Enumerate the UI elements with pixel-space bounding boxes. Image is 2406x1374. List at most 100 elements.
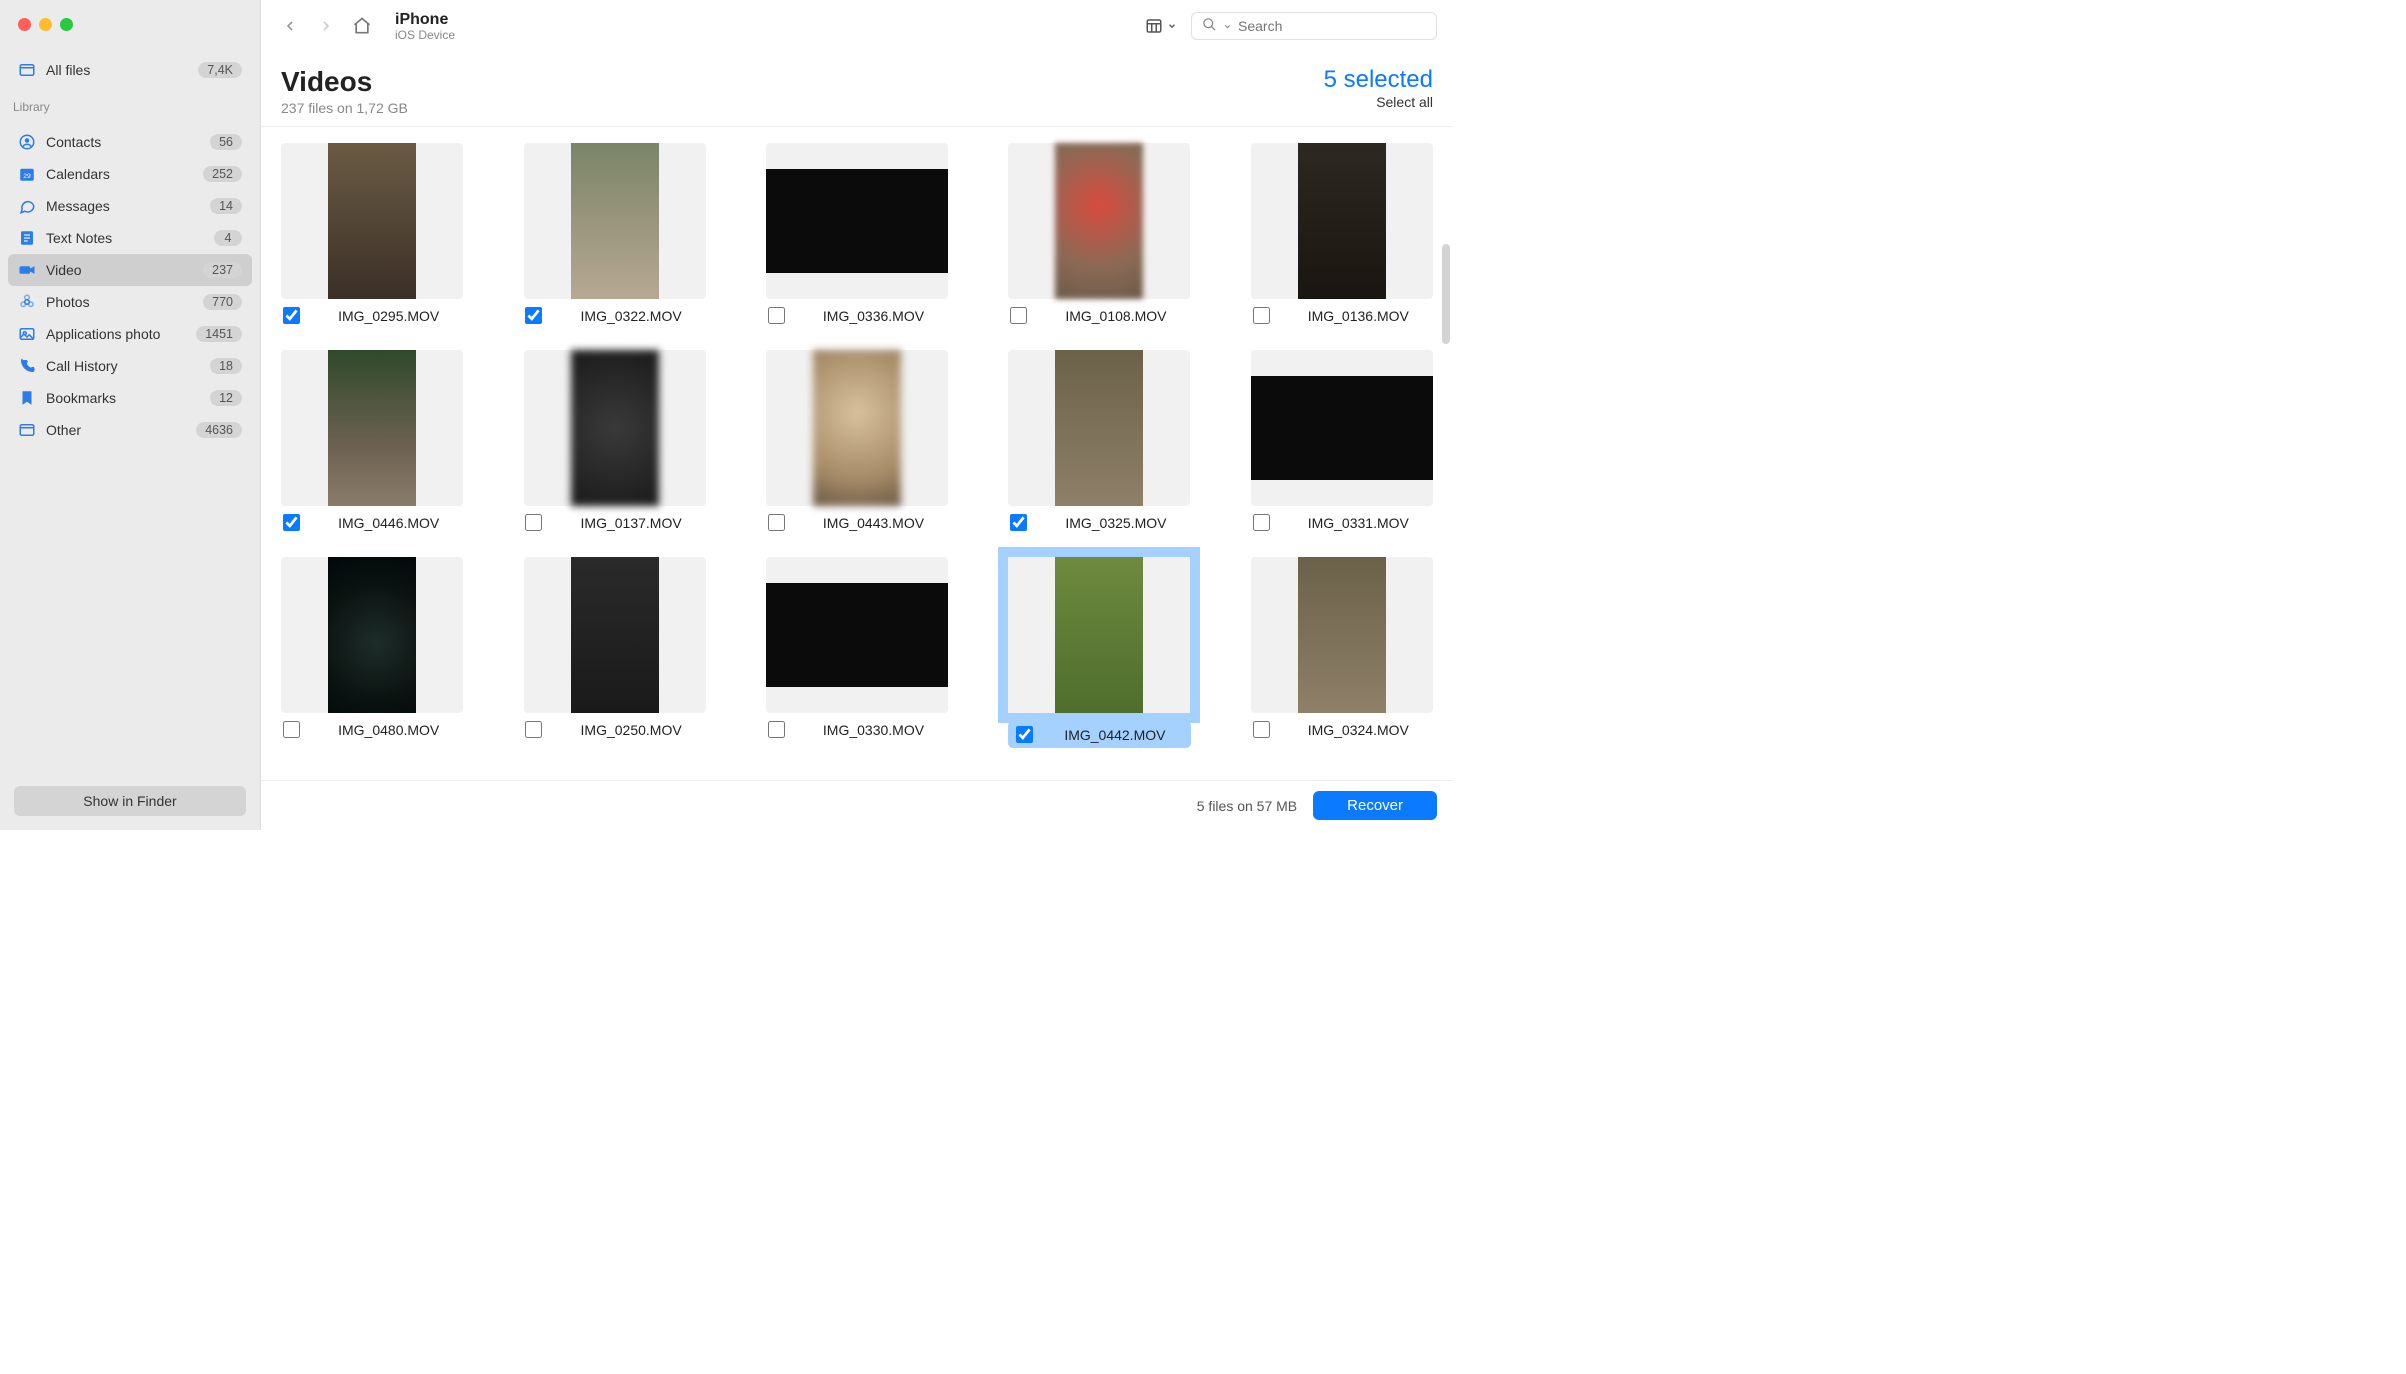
video-thumbnail-wrap[interactable] [1008, 557, 1190, 713]
video-checkbox[interactable] [525, 514, 542, 531]
sidebar-item-bookmarks[interactable]: Bookmarks 12 [8, 382, 252, 414]
video-checkbox[interactable] [1010, 307, 1027, 324]
video-thumbnail [328, 143, 416, 299]
video-thumbnail-wrap[interactable] [766, 557, 948, 713]
video-thumbnail [1251, 376, 1433, 480]
video-filename: IMG_0324.MOV [1284, 722, 1433, 738]
video-item[interactable]: IMG_0324.MOV [1251, 557, 1433, 748]
video-thumbnail-wrap[interactable] [766, 143, 948, 299]
sidebar-item-messages[interactable]: Messages14 [8, 190, 252, 222]
video-item[interactable]: IMG_0325.MOV [1008, 350, 1190, 531]
sidebar-item-call-history[interactable]: Call History18 [8, 350, 252, 382]
video-checkbox[interactable] [768, 721, 785, 738]
video-checkbox[interactable] [283, 514, 300, 531]
video-checkbox[interactable] [525, 307, 542, 324]
video-thumbnail [1298, 143, 1386, 299]
close-window-button[interactable] [18, 18, 31, 31]
video-item[interactable]: IMG_0137.MOV [523, 350, 705, 531]
sidebar-item-contacts[interactable]: Contacts56 [8, 126, 252, 158]
main: iPhone iOS Device Videos 237 files on 1,… [261, 0, 1453, 830]
video-thumbnail-wrap[interactable] [766, 350, 948, 506]
chevron-down-icon [1167, 21, 1177, 31]
show-in-finder-button[interactable]: Show in Finder [14, 786, 246, 816]
select-all-link[interactable]: Select all [1324, 94, 1433, 110]
video-thumbnail-wrap[interactable] [1251, 557, 1433, 713]
video-checkbox[interactable] [1253, 307, 1270, 324]
sidebar-item-all-files[interactable]: All files 7,4K [8, 54, 252, 86]
video-checkbox[interactable] [1253, 721, 1270, 738]
video-item[interactable]: IMG_0331.MOV [1251, 350, 1433, 531]
scrollbar-thumb[interactable] [1442, 244, 1450, 344]
sidebar-item-applications-photo[interactable]: Applications photo1451 [8, 318, 252, 350]
page-title: Videos [281, 66, 408, 98]
sidebar-item-badge: 4636 [196, 422, 242, 438]
sidebar-item-label: Text Notes [46, 230, 204, 246]
video-item[interactable]: IMG_0250.MOV [523, 557, 705, 748]
home-button[interactable] [349, 13, 375, 39]
video-item[interactable]: IMG_0442.MOV [1008, 557, 1190, 748]
video-item[interactable]: IMG_0108.MOV [1008, 143, 1190, 324]
video-meta: IMG_0330.MOV [766, 721, 948, 738]
video-filename: IMG_0443.MOV [799, 515, 948, 531]
video-item[interactable]: IMG_0330.MOV [766, 557, 948, 748]
sidebar-item-badge: 12 [210, 390, 242, 406]
video-checkbox[interactable] [768, 514, 785, 531]
video-checkbox[interactable] [525, 721, 542, 738]
other-icon [18, 421, 36, 439]
minimize-window-button[interactable] [39, 18, 52, 31]
video-item[interactable]: IMG_0336.MOV [766, 143, 948, 324]
video-thumbnail-wrap[interactable] [281, 557, 463, 713]
video-thumbnail-wrap[interactable] [1008, 350, 1190, 506]
video-checkbox[interactable] [1016, 726, 1033, 743]
sidebar-item-photos[interactable]: Photos770 [8, 286, 252, 318]
sidebar-item-badge: 770 [203, 294, 242, 310]
search-box[interactable] [1191, 12, 1437, 40]
window-controls [0, 0, 260, 46]
sidebar-item-badge: 237 [203, 262, 242, 278]
video-thumbnail-wrap[interactable] [281, 350, 463, 506]
video-item[interactable]: IMG_0480.MOV [281, 557, 463, 748]
video-filename: IMG_0446.MOV [314, 515, 463, 531]
maximize-window-button[interactable] [60, 18, 73, 31]
bookmarks-icon [18, 389, 36, 407]
video-meta: IMG_0446.MOV [281, 514, 463, 531]
recover-button[interactable]: Recover [1313, 791, 1437, 820]
video-item[interactable]: IMG_0446.MOV [281, 350, 463, 531]
page-subtitle: 237 files on 1,72 GB [281, 100, 408, 116]
sidebar-item-badge: 56 [210, 134, 242, 150]
sidebar-item-badge: 14 [210, 198, 242, 214]
video-thumbnail-wrap[interactable] [524, 143, 706, 299]
video-item[interactable]: IMG_0136.MOV [1251, 143, 1433, 324]
sidebar-item-text-notes[interactable]: Text Notes4 [8, 222, 252, 254]
video-filename: IMG_0322.MOV [556, 308, 705, 324]
video-meta: IMG_0108.MOV [1008, 307, 1190, 324]
sidebar-item-label: All files [46, 62, 188, 78]
video-item[interactable]: IMG_0443.MOV [766, 350, 948, 531]
sidebar-item-other[interactable]: Other4636 [8, 414, 252, 446]
video-checkbox[interactable] [283, 721, 300, 738]
video-filename: IMG_0325.MOV [1041, 515, 1190, 531]
video-checkbox[interactable] [768, 307, 785, 324]
video-checkbox[interactable] [283, 307, 300, 324]
forward-button[interactable] [313, 13, 339, 39]
video-item[interactable]: IMG_0295.MOV [281, 143, 463, 324]
video-thumbnail-wrap[interactable] [524, 350, 706, 506]
video-checkbox[interactable] [1253, 514, 1270, 531]
sidebar-item-label: Bookmarks [46, 390, 200, 406]
device-title: iPhone [395, 11, 455, 29]
back-button[interactable] [277, 13, 303, 39]
video-filename: IMG_0442.MOV [1047, 727, 1182, 743]
sidebar-item-calendars[interactable]: 29Calendars252 [8, 158, 252, 190]
sidebar-item-video[interactable]: Video237 [8, 254, 252, 286]
video-thumbnail-wrap[interactable] [1251, 350, 1433, 506]
video-meta: IMG_0442.MOV [1008, 721, 1190, 748]
view-mode-button[interactable] [1141, 13, 1181, 39]
video-thumbnail-wrap[interactable] [1008, 143, 1190, 299]
video-item[interactable]: IMG_0322.MOV [523, 143, 705, 324]
search-input[interactable] [1238, 18, 1426, 34]
video-thumbnail-wrap[interactable] [1251, 143, 1433, 299]
video-checkbox[interactable] [1010, 514, 1027, 531]
video-thumbnail-wrap[interactable] [281, 143, 463, 299]
video-thumbnail-wrap[interactable] [524, 557, 706, 713]
video-filename: IMG_0295.MOV [314, 308, 463, 324]
